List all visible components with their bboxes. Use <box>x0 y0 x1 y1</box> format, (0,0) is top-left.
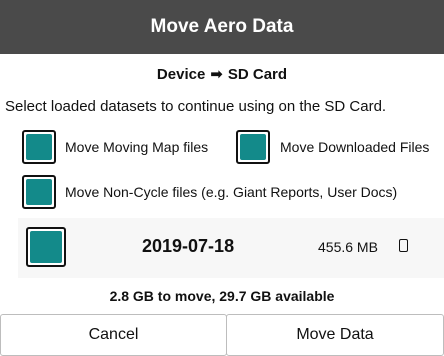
move-moving-map-checkbox[interactable] <box>22 130 56 164</box>
move-non-cycle-option[interactable]: Move Non-Cycle files (e.g. Giant Reports… <box>22 175 397 209</box>
checkbox-checked-fill <box>26 134 52 160</box>
move-downloaded-files-option[interactable]: Move Downloaded Files <box>236 130 429 164</box>
storage-summary: 2.8 GB to move, 29.7 GB available <box>109 288 335 304</box>
dataset-checkbox[interactable] <box>26 227 66 267</box>
dialog-title: Move Aero Data <box>150 16 294 37</box>
dialog-title-bar: Move Aero Data <box>0 0 444 54</box>
move-moving-map-label: Move Moving Map files <box>65 139 209 155</box>
phone-device-icon <box>399 239 408 252</box>
move-moving-map-option[interactable]: Move Moving Map files <box>22 130 208 164</box>
instruction-text-row: Select loaded datasets to continue using… <box>0 94 444 120</box>
transfer-direction: Device ➡ SD Card <box>0 60 444 88</box>
move-downloaded-files-checkbox[interactable] <box>236 130 270 164</box>
move-data-button[interactable]: Move Data <box>226 314 444 356</box>
dataset-size: 455.6 MB <box>318 239 378 255</box>
move-aero-data-dialog: Move Aero Data Device ➡ SD Card Select l… <box>0 0 444 356</box>
checkbox-checked-fill <box>26 179 52 205</box>
move-downloaded-files-label: Move Downloaded Files <box>280 139 430 155</box>
instruction-text: Select loaded datasets to continue using… <box>5 98 387 115</box>
checkbox-checked-fill <box>30 231 62 263</box>
dataset-date: 2019-07-18 <box>142 236 235 256</box>
checkbox-checked-fill <box>240 134 266 160</box>
move-non-cycle-checkbox[interactable] <box>22 175 56 209</box>
dataset-row[interactable]: 2019-07-18 455.6 MB <box>18 218 444 278</box>
move-non-cycle-label: Move Non-Cycle files (e.g. Giant Reports… <box>65 184 398 200</box>
transfer-destination: SD Card <box>227 65 288 83</box>
transfer-source: Device <box>156 65 206 83</box>
cancel-button[interactable]: Cancel <box>0 314 227 356</box>
right-arrow-icon: ➡ <box>210 66 223 83</box>
